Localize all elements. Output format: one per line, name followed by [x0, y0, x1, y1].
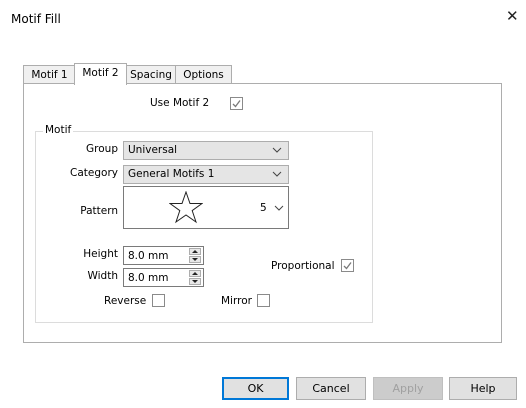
- proportional-checkbox[interactable]: [341, 259, 354, 272]
- width-increment-button[interactable]: [189, 270, 201, 277]
- mirror-checkbox[interactable]: [257, 294, 270, 307]
- triangle-down-icon: [192, 280, 198, 283]
- triangle-up-icon: [192, 250, 198, 253]
- width-stepper[interactable]: 8.0 mm: [123, 268, 204, 287]
- motif-group-legend: Motif: [43, 124, 74, 136]
- tab-spacing[interactable]: Spacing: [125, 65, 177, 84]
- height-decrement-button[interactable]: [189, 256, 201, 263]
- chevron-down-icon: [272, 147, 282, 153]
- help-button[interactable]: Help: [449, 377, 517, 400]
- tab-motif-2[interactable]: Motif 2: [74, 63, 127, 85]
- group-select[interactable]: Universal: [123, 141, 289, 160]
- category-select[interactable]: General Motifs 1: [123, 165, 289, 184]
- tab-motif-1[interactable]: Motif 1: [23, 65, 76, 84]
- height-label: Height: [83, 248, 118, 260]
- ok-button[interactable]: OK: [222, 377, 289, 400]
- cancel-button[interactable]: Cancel: [296, 377, 366, 400]
- group-label: Group: [86, 143, 118, 155]
- category-label: Category: [70, 167, 118, 179]
- pattern-number: 5: [260, 202, 267, 214]
- width-value: 8.0 mm: [128, 272, 169, 284]
- height-value: 8.0 mm: [128, 250, 169, 262]
- use-motif2-checkbox[interactable]: [230, 97, 243, 110]
- pattern-select[interactable]: 5: [123, 186, 289, 229]
- chevron-down-icon: [274, 205, 284, 211]
- group-value: Universal: [128, 144, 178, 156]
- mirror-label: Mirror: [221, 295, 252, 307]
- width-decrement-button[interactable]: [189, 278, 201, 285]
- checkmark-icon: [343, 262, 352, 270]
- triangle-down-icon: [192, 258, 198, 261]
- height-stepper[interactable]: 8.0 mm: [123, 246, 204, 265]
- apply-button[interactable]: Apply: [373, 377, 443, 400]
- reverse-label: Reverse: [104, 295, 147, 307]
- height-increment-button[interactable]: [189, 248, 201, 255]
- checkmark-icon: [232, 100, 241, 108]
- chevron-down-icon: [272, 171, 282, 177]
- pattern-label: Pattern: [80, 205, 118, 217]
- proportional-label: Proportional: [271, 260, 335, 272]
- triangle-up-icon: [192, 272, 198, 275]
- use-motif2-label: Use Motif 2: [150, 97, 210, 109]
- star-outline-icon: [169, 191, 203, 224]
- reverse-checkbox[interactable]: [152, 294, 165, 307]
- dialog-title: Motif Fill: [11, 12, 61, 26]
- category-value: General Motifs 1: [128, 168, 215, 180]
- tab-options[interactable]: Options: [175, 65, 232, 84]
- width-label: Width: [87, 270, 118, 282]
- close-icon[interactable]: ✕: [506, 9, 519, 24]
